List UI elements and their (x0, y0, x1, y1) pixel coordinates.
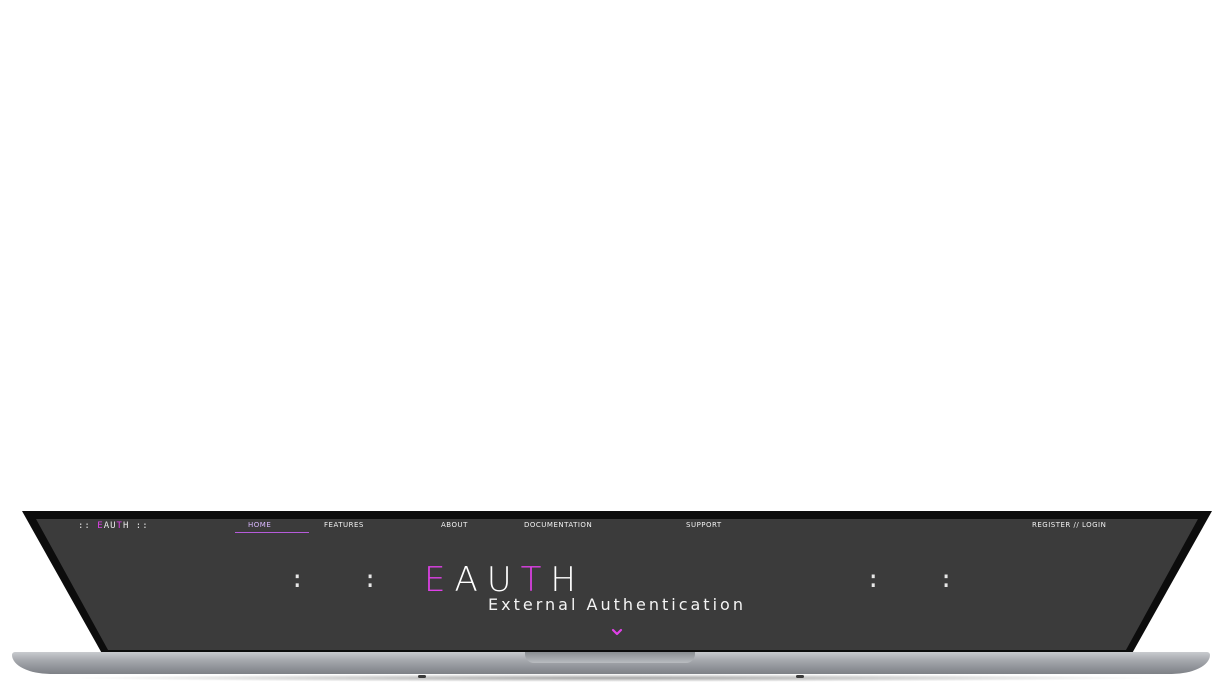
laptop-screen: :: EAUTH :: HOME FEATURES ABOUT DOCUMENT… (36, 519, 1198, 650)
hero-right-dots: : : (866, 565, 976, 593)
logo-suffix: H :: (122, 521, 149, 531)
nav-item-documentation[interactable]: DOCUMENTATION (524, 521, 592, 529)
nav-item-features[interactable]: FEATURES (324, 521, 364, 529)
brand-letter: A (454, 560, 487, 600)
logo-mid: AU (103, 521, 117, 531)
laptop-notch (525, 652, 695, 663)
register-login-link[interactable]: REGISTER // LOGIN (1032, 521, 1106, 529)
nav-active-underline (235, 532, 309, 533)
nav-item-support[interactable]: SUPPORT (686, 521, 722, 529)
nav-logo[interactable]: :: EAUTH :: (78, 521, 149, 531)
brand-letter: U (486, 560, 521, 600)
laptop-foot (418, 675, 426, 678)
nav-item-about[interactable]: ABOUT (441, 521, 468, 529)
brand-letter: T (520, 560, 551, 600)
laptop-shadow (60, 674, 1164, 682)
top-nav: :: EAUTH :: HOME FEATURES ABOUT DOCUMENT… (36, 519, 1198, 535)
hero-brand: EAUTH (424, 563, 585, 597)
nav-item-home[interactable]: HOME (248, 521, 271, 529)
laptop-mockup: :: EAUTH :: HOME FEATURES ABOUT DOCUMENT… (0, 0, 1224, 700)
brand-letter: E (424, 560, 455, 600)
hero-title-row: : : EAUTH : : (36, 563, 1198, 597)
chevron-down-icon[interactable] (611, 627, 623, 637)
brand-letter: H (550, 560, 585, 600)
hero-left-dots: : : (290, 565, 400, 593)
laptop-foot (796, 675, 804, 678)
logo-prefix: :: (78, 521, 98, 531)
laptop-base (12, 652, 1210, 674)
hero-subtitle: External Authentication (488, 595, 746, 614)
